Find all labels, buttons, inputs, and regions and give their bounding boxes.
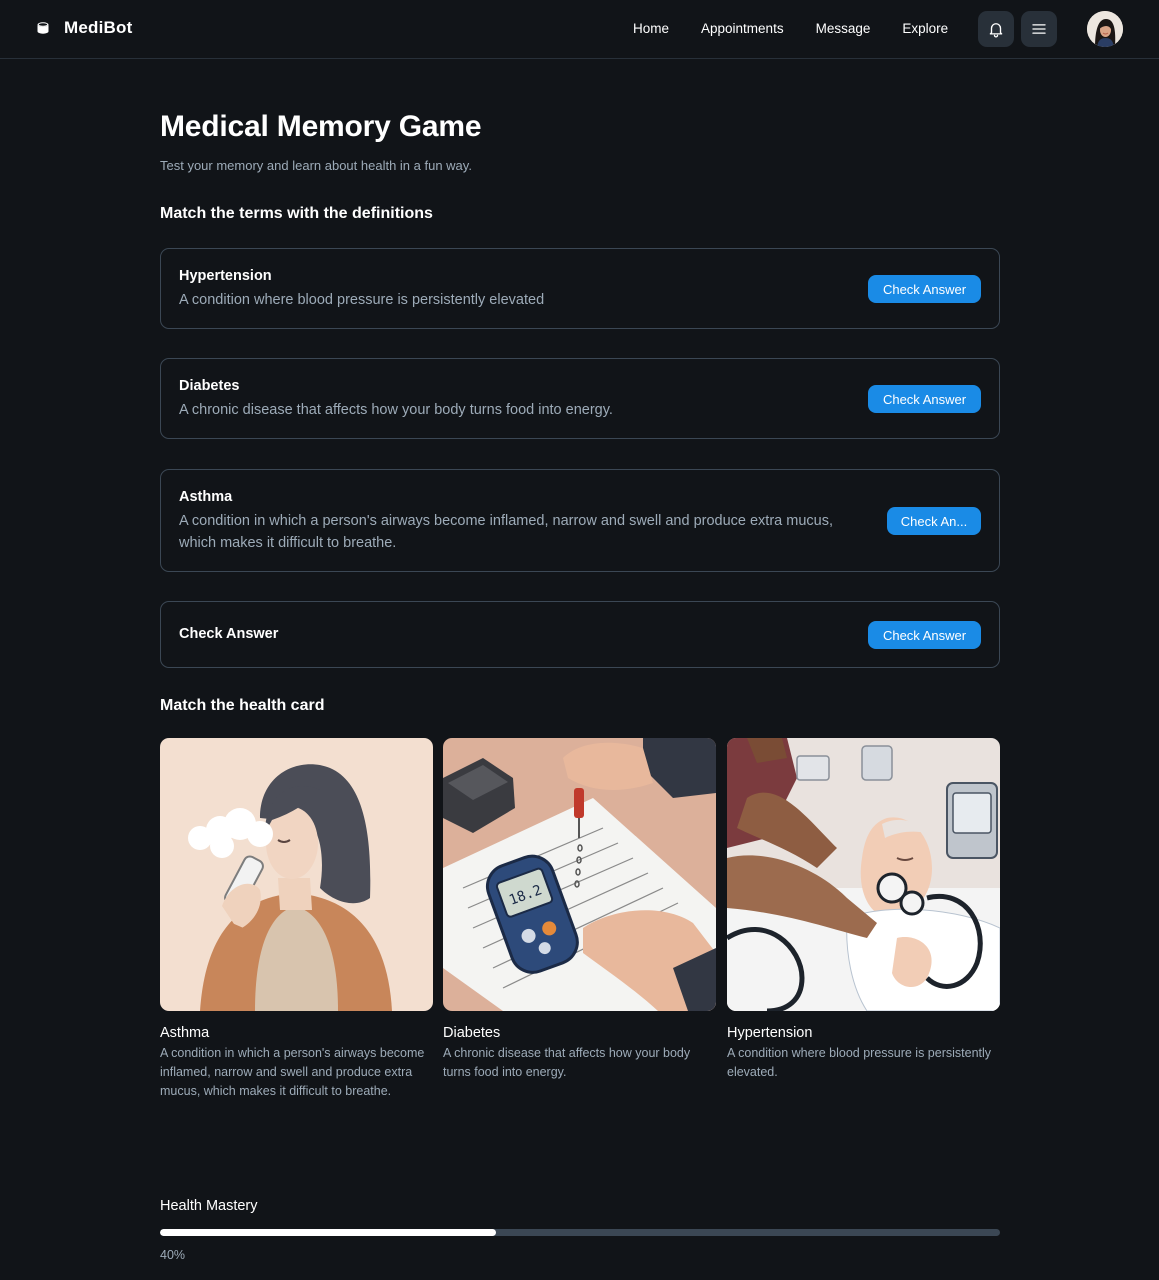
nav-appointments[interactable]: Appointments — [701, 21, 784, 36]
mastery-percent: 40% — [160, 1248, 186, 1262]
health-card-description: A condition in which a person's airways … — [160, 1046, 425, 1098]
check-answer-button[interactable]: Check Answer — [868, 621, 981, 649]
health-card-description: A chronic disease that affects how your … — [443, 1046, 691, 1079]
nav-message[interactable]: Message — [816, 21, 871, 36]
brand-name: MediBot — [64, 18, 133, 37]
nav-explore[interactable]: Explore — [902, 21, 948, 36]
user-avatar-image — [1087, 11, 1123, 47]
hamburger-menu-icon — [1032, 24, 1046, 34]
brand[interactable]: MediBot — [36, 18, 132, 38]
woman-using-inhaler-illustration — [160, 738, 433, 1011]
term-card-diabetes: Diabetes A chronic disease that affects … — [160, 358, 1000, 439]
health-card-title: Hypertension — [727, 1025, 813, 1041]
avatar[interactable] — [1087, 11, 1123, 47]
term-title: Check Answer — [179, 626, 279, 642]
term-card-check-answer: Check Answer Check Answer — [160, 601, 1000, 668]
nav-home[interactable]: Home — [633, 21, 669, 36]
term-definition: A condition in which a person's airways … — [179, 513, 833, 551]
check-answer-button[interactable]: Check An... — [887, 507, 981, 535]
term-title: Hypertension — [179, 268, 272, 284]
mastery-progress-fill — [160, 1229, 496, 1236]
term-definition: A condition where blood pressure is pers… — [179, 292, 545, 308]
check-answer-button[interactable]: Check Answer — [868, 385, 981, 413]
logo-icon — [37, 22, 49, 34]
main-nav: Home Appointments Message Explore — [633, 21, 948, 36]
glucose-meter-blood-test-illustration: 18.2 — [443, 738, 716, 1011]
mastery-progress-bar — [160, 1229, 1000, 1236]
health-card-title: Diabetes — [443, 1025, 501, 1041]
term-definition: A chronic disease that affects how your … — [179, 402, 613, 418]
bell-icon — [989, 23, 1003, 38]
top-header: MediBot Home Appointments Message Explor… — [0, 0, 1159, 59]
blood-pressure-measurement-illustration — [727, 738, 1000, 1011]
cards-section-heading: Match the health card — [160, 697, 325, 714]
term-title: Asthma — [179, 489, 233, 505]
health-card-title: Asthma — [160, 1025, 210, 1041]
health-card-asthma[interactable]: Asthma A condition in which a person's a… — [160, 738, 433, 1101]
term-card-asthma: Asthma A condition in which a person's a… — [160, 469, 1000, 572]
check-answer-button[interactable]: Check Answer — [868, 275, 981, 303]
page-subtitle: Test your memory and learn about health … — [160, 158, 472, 173]
health-card-description: A condition where blood pressure is pers… — [727, 1046, 992, 1079]
page-title: Medical Memory Game — [160, 110, 482, 143]
menu-button[interactable] — [1021, 11, 1057, 47]
health-card-diabetes[interactable]: 18.2 Diabetes A chronic disease that aff… — [443, 738, 716, 1082]
term-title: Diabetes — [179, 378, 240, 394]
notifications-button[interactable] — [978, 11, 1014, 47]
terms-section-heading: Match the terms with the definitions — [160, 205, 433, 222]
term-card-hypertension: Hypertension A condition where blood pre… — [160, 248, 1000, 329]
health-card-hypertension[interactable]: Hypertension A condition where blood pre… — [727, 738, 1000, 1082]
mastery-label: Health Mastery — [160, 1198, 258, 1214]
